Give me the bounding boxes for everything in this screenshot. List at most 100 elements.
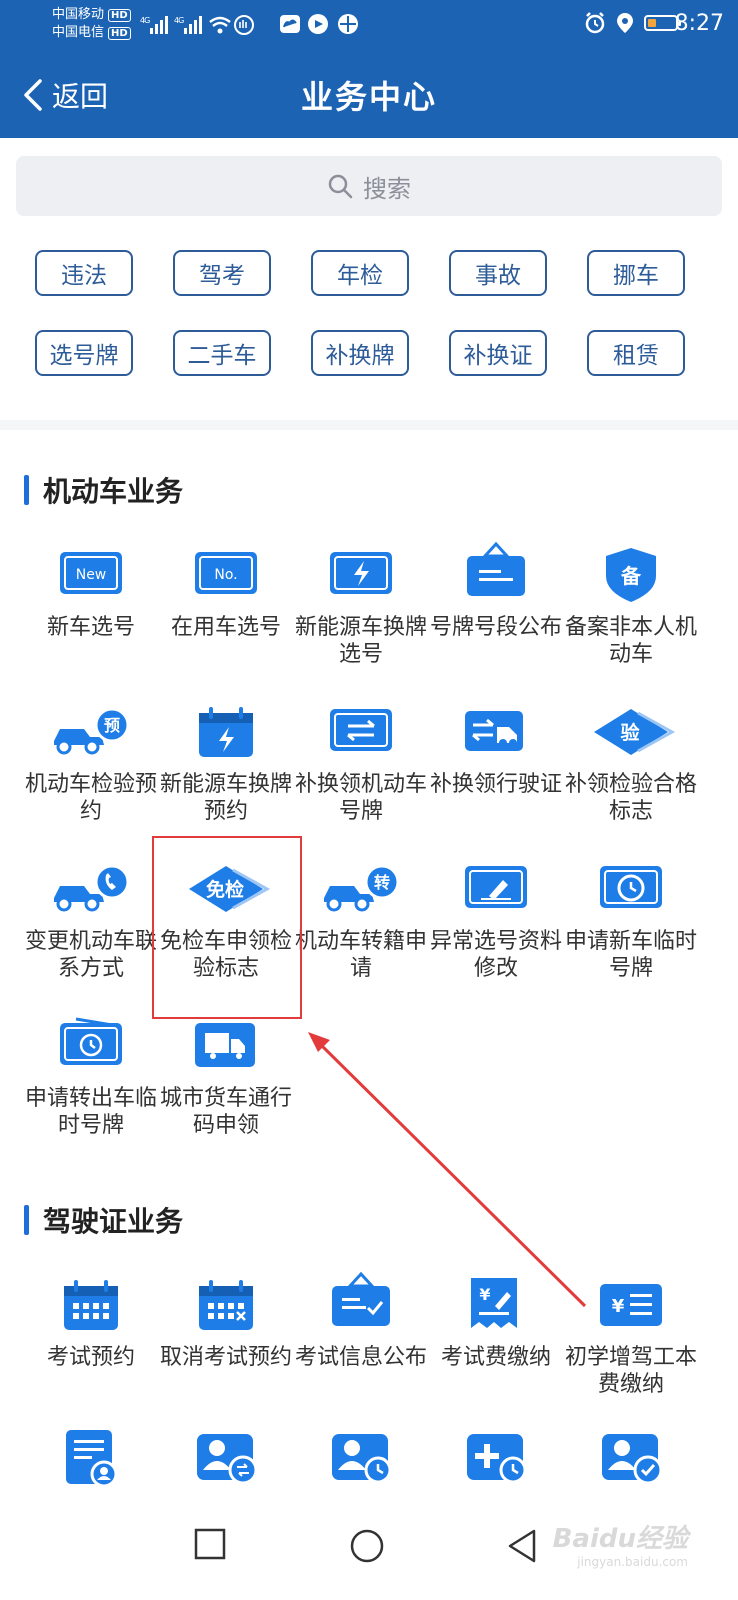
exam-calendar-icon	[64, 1280, 118, 1330]
service-item[interactable]: 预机动车检验预约	[23, 697, 159, 825]
service-item-label: 新车选号	[46, 615, 135, 640]
new-plate-icon: New	[60, 552, 122, 594]
service-item[interactable]	[158, 1422, 294, 1496]
svg-text:No.: No.	[214, 567, 237, 583]
quick-tag[interactable]: 驾考	[173, 250, 271, 296]
quick-tag[interactable]: 选号牌	[35, 330, 133, 376]
service-item[interactable]: 申请新车临时号牌	[563, 854, 699, 982]
service-item-label: 考试信息公布	[294, 1345, 427, 1370]
service-item[interactable]: ¥ 初学增驾工本费缴纳	[563, 1270, 699, 1398]
service-item[interactable]	[428, 1422, 564, 1496]
service-item[interactable]: 补换领行驶证	[428, 697, 564, 798]
quick-tag[interactable]: 事故	[449, 250, 547, 296]
service-item-label: 新能源车换牌预约	[159, 772, 292, 824]
search-icon	[328, 174, 353, 199]
service-item[interactable]: 城市货车通行码申领	[158, 1011, 294, 1139]
recent-apps-button[interactable]	[194, 1528, 226, 1560]
annotation-highlight-box	[152, 836, 302, 1019]
hd-badge: HD	[108, 9, 131, 22]
carrier-2: 中国电信	[52, 25, 105, 40]
quick-tag[interactable]: 补换牌	[311, 330, 409, 376]
service-item[interactable]: ¥ 考试费缴纳	[428, 1270, 564, 1371]
home-button[interactable]	[349, 1528, 385, 1564]
svg-text:验: 验	[620, 721, 640, 744]
plus-clock-icon	[467, 1434, 527, 1484]
alarm-icon	[585, 12, 605, 34]
user-clock-icon	[332, 1434, 392, 1484]
hd-badge: HD	[108, 27, 131, 40]
svg-text:¥: ¥	[612, 1296, 625, 1317]
service-item-label: 考试预约	[46, 1345, 135, 1370]
used-plate-icon: No.	[195, 552, 257, 594]
service-item[interactable]: 新能源车换牌预约	[158, 697, 294, 825]
inspection-diamond-icon: 验	[594, 709, 676, 755]
quick-tag[interactable]: 补换证	[449, 330, 547, 376]
service-item[interactable]: 转机动车转籍申请	[293, 854, 429, 982]
watermark-text: Baidu经验	[552, 1524, 688, 1554]
service-item[interactable]	[293, 1422, 429, 1496]
service-item-label: 申请转出车临时号牌	[24, 1086, 157, 1138]
service-item-label: 机动车转籍申请	[294, 929, 427, 981]
service-item[interactable]: 备备案非本人机动车	[563, 540, 699, 668]
car-inspection-booking-icon: 预	[54, 707, 130, 755]
service-item-label: 补领检验合格标志	[564, 772, 697, 824]
service-item-label: 取消考试预约	[159, 1345, 292, 1370]
ev-plate-icon	[330, 552, 392, 594]
service-item[interactable]: New 新车选号	[23, 540, 159, 641]
section-title-vehicle: 机动车业务	[24, 470, 183, 510]
plate-segment-sign-icon	[467, 541, 525, 596]
service-item[interactable]: 变更机动车联系方式	[23, 854, 159, 982]
service-item[interactable]: 验补领检验合格标志	[563, 697, 699, 825]
service-item[interactable]: 考试信息公布	[293, 1270, 429, 1371]
exam-info-board-icon	[332, 1271, 390, 1326]
ev-calendar-icon	[199, 707, 253, 757]
service-item-label: 变更机动车联系方式	[24, 929, 157, 981]
quick-tag[interactable]: 违法	[35, 250, 133, 296]
clock: 8:27	[674, 11, 724, 36]
watermark-sub: jingyan.baidu.com	[577, 1555, 688, 1569]
truck-pass-icon	[195, 1023, 255, 1067]
header: 返回 业务中心	[0, 50, 738, 138]
service-item-label: 号牌号段公布	[429, 615, 562, 640]
service-item[interactable]: 号牌号段公布	[428, 540, 564, 641]
svg-text:4G: 4G	[140, 16, 150, 25]
service-item-label: 备案非本人机动车	[564, 615, 697, 667]
quick-tag[interactable]: 租赁	[587, 330, 685, 376]
service-item-label: 补换领行驶证	[429, 772, 562, 797]
service-item[interactable]: No. 在用车选号	[158, 540, 294, 641]
service-item[interactable]: 异常选号资料修改	[428, 854, 564, 982]
section-accent-bar	[24, 475, 29, 505]
service-item-label: 申请新车临时号牌	[564, 929, 697, 981]
record-shield-icon: 备	[606, 548, 656, 602]
service-item[interactable]: 新能源车换牌选号	[293, 540, 429, 668]
document-user-icon	[66, 1430, 118, 1488]
service-item[interactable]: 取消考试预约	[158, 1270, 294, 1371]
search-input[interactable]: 搜索	[16, 156, 722, 216]
quick-tag[interactable]: 二手车	[173, 330, 271, 376]
service-item[interactable]	[563, 1422, 699, 1496]
service-item-label: 初学增驾工本费缴纳	[564, 1345, 697, 1397]
service-item[interactable]: 补换领机动车号牌	[293, 697, 429, 825]
svg-text:New: New	[76, 567, 107, 583]
signal-icon: 4G 4G	[140, 14, 260, 40]
edit-plate-icon	[465, 866, 527, 908]
quick-tag[interactable]: 挪车	[587, 250, 685, 296]
service-item[interactable]: 考试预约	[23, 1270, 159, 1371]
carrier-info: 中国移动 HD 中国电信 HD	[52, 6, 131, 42]
status-bar: 中国移动 HD 中国电信 HD 4G 4G 8:27	[0, 0, 738, 50]
section-title-license: 驾驶证业务	[24, 1200, 183, 1240]
svg-text:4G: 4G	[174, 16, 184, 25]
service-item[interactable]: 申请转出车临时号牌	[23, 1011, 159, 1139]
back-nav-button[interactable]	[506, 1528, 538, 1564]
service-item[interactable]	[23, 1422, 159, 1496]
carrier-1: 中国移动	[52, 7, 105, 22]
svg-text:转: 转	[374, 873, 390, 892]
user-exchange-icon	[197, 1434, 258, 1485]
car-transfer-icon: 转	[324, 864, 400, 912]
svg-text:¥: ¥	[479, 1285, 490, 1304]
exam-fee-receipt-icon: ¥	[471, 1278, 517, 1328]
quick-tag[interactable]: 年检	[311, 250, 409, 296]
svg-text:备: 备	[620, 564, 642, 588]
service-item-label: 机动车检验预约	[24, 772, 157, 824]
fee-list-icon: ¥	[600, 1284, 662, 1326]
